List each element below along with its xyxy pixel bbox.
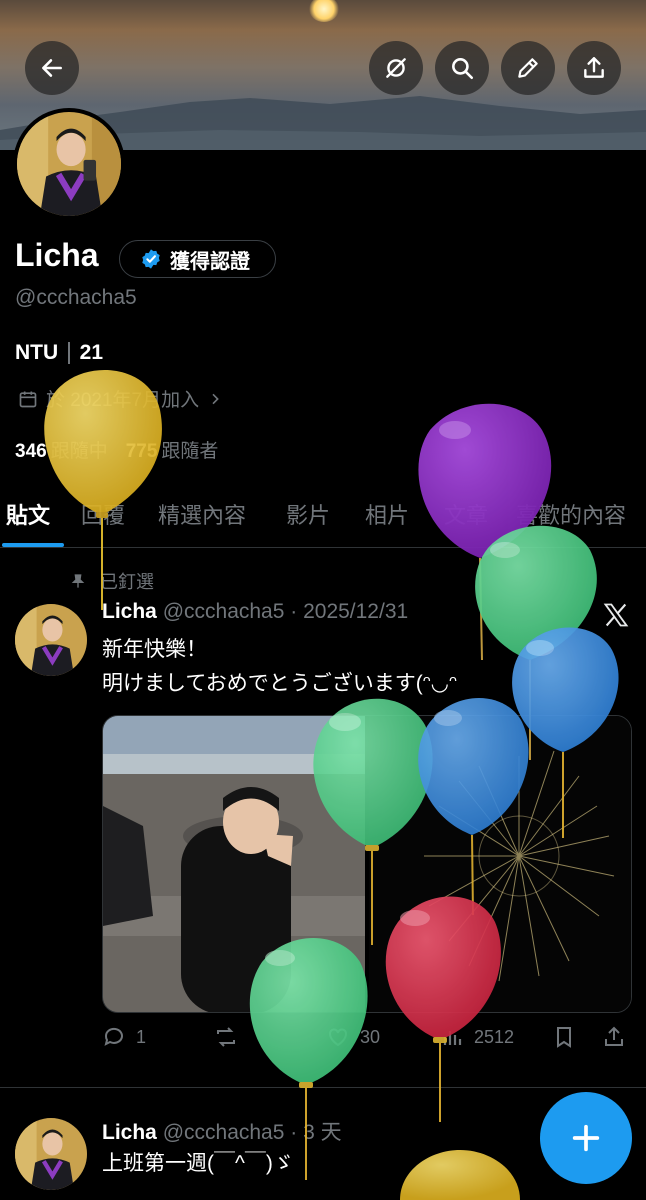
edit-button[interactable] — [501, 41, 555, 95]
edit-pencil-icon — [518, 58, 538, 78]
analytics-icon — [443, 1031, 462, 1045]
heart-icon — [329, 1028, 347, 1047]
profile-avatar[interactable] — [13, 108, 125, 220]
beach-photo — [103, 716, 365, 1012]
reply-button[interactable]: 1 — [102, 1025, 146, 1049]
verified-badge-button[interactable]: 獲得認證 — [119, 240, 276, 278]
bookmark-button[interactable] — [552, 1025, 576, 1049]
followers-count: 775 — [125, 441, 158, 462]
profile-photo — [17, 112, 121, 216]
tab-videos[interactable]: 影片 — [286, 498, 330, 530]
share-icon — [605, 1026, 623, 1046]
views-button[interactable]: 2512 — [440, 1025, 514, 1049]
post-avatar[interactable] — [15, 604, 87, 676]
post-text-line: 上班第一週(￣^￣)ゞ — [102, 1152, 294, 1175]
reply-icon — [104, 1027, 123, 1046]
followers-link[interactable]: 775 跟隨者 — [126, 436, 219, 463]
arrow-left-icon — [42, 59, 62, 77]
following-label: 跟隨中 — [50, 441, 108, 462]
post-text-line: 明けましておめでとうございます(ᵔ◡ᵔ — [102, 672, 457, 695]
tab-articles[interactable]: 文章 — [444, 498, 488, 530]
tab-highlights[interactable]: 精選內容 — [158, 498, 246, 530]
followers-label: 跟隨者 — [161, 441, 219, 462]
repost-icon — [217, 1027, 235, 1047]
verified-check-icon — [142, 249, 160, 269]
fireworks-photo — [424, 750, 615, 982]
search-icon — [452, 58, 474, 80]
balloon-yellow — [400, 1150, 520, 1200]
bio-part: 21 — [79, 341, 104, 364]
like-button[interactable]: 30 — [326, 1025, 380, 1049]
compose-post-button[interactable] — [540, 1092, 632, 1184]
post-media[interactable] — [102, 715, 632, 1013]
following-count: 346 — [15, 441, 47, 462]
back-button[interactable] — [25, 41, 79, 95]
hide-button[interactable] — [369, 41, 423, 95]
bookmark-icon — [557, 1027, 571, 1048]
avatar-photo — [15, 604, 87, 676]
banner-sun — [309, 0, 339, 22]
joined-date[interactable]: 於 2021年7月加入 — [18, 385, 223, 412]
profile-name: Licha — [15, 237, 99, 273]
bio-divider — [68, 342, 70, 364]
active-tab-indicator — [2, 543, 64, 547]
avatar-photo — [15, 1118, 87, 1190]
share-post-button[interactable] — [602, 1025, 626, 1049]
follow-stats: 346 跟隨中 775 跟隨者 — [15, 436, 218, 463]
view-count: 2512 — [474, 1026, 515, 1047]
pin-icon — [71, 574, 85, 588]
post-divider — [0, 1087, 646, 1088]
tab-posts[interactable]: 貼文 — [6, 498, 50, 530]
tab-likes[interactable]: 喜歡的內容 — [516, 498, 626, 530]
profile-tabs: 貼文 回覆 精選內容 影片 相片 文章 喜歡的內容 — [0, 492, 646, 548]
repost-button[interactable] — [214, 1025, 248, 1049]
post-text-line: 新年快樂！ — [102, 638, 207, 661]
like-count: 30 — [360, 1026, 381, 1047]
profile-handle: @ccchacha5 — [15, 286, 137, 309]
share-button[interactable] — [567, 41, 621, 95]
post-header: Licha @ccchacha5 · 3 天 — [102, 1116, 342, 1146]
reply-count: 1 — [136, 1026, 147, 1047]
chevron-right-icon — [212, 393, 219, 404]
following-link[interactable]: 346 跟隨中 — [15, 436, 108, 463]
pinned-text: 已釘選 — [100, 572, 154, 592]
post-author-name[interactable]: Licha — [102, 600, 157, 623]
photo-beach[interactable] — [103, 716, 365, 1012]
post-header: Licha @ccchacha5 · 2025/12/31 — [102, 600, 408, 624]
post-handle-date: @ccchacha5 · 2025/12/31 — [162, 600, 409, 623]
hide-icon — [386, 58, 406, 78]
search-button[interactable] — [435, 41, 489, 95]
profile-bio: NTU 21 — [15, 341, 103, 365]
calendar-icon — [19, 391, 37, 407]
joined-label: 於 2021年7月加入 — [46, 390, 200, 411]
photo-fireworks[interactable] — [369, 716, 631, 1012]
plus-icon — [572, 1124, 600, 1152]
verified-label: 獲得認證 — [170, 250, 250, 273]
share-icon — [584, 57, 604, 78]
post-handle-date: @ccchacha5 · 3 天 — [162, 1121, 342, 1144]
post-author-name[interactable]: Licha — [102, 1121, 157, 1144]
tab-replies[interactable]: 回覆 — [81, 498, 125, 530]
x-logo-icon[interactable] — [602, 601, 630, 629]
bio-part: NTU — [15, 341, 59, 364]
post-actions: 1 30 2512 — [102, 1025, 632, 1057]
post-avatar[interactable] — [15, 1118, 87, 1190]
tab-photos[interactable]: 相片 — [365, 498, 409, 530]
pinned-label: 已釘選 — [70, 568, 154, 594]
